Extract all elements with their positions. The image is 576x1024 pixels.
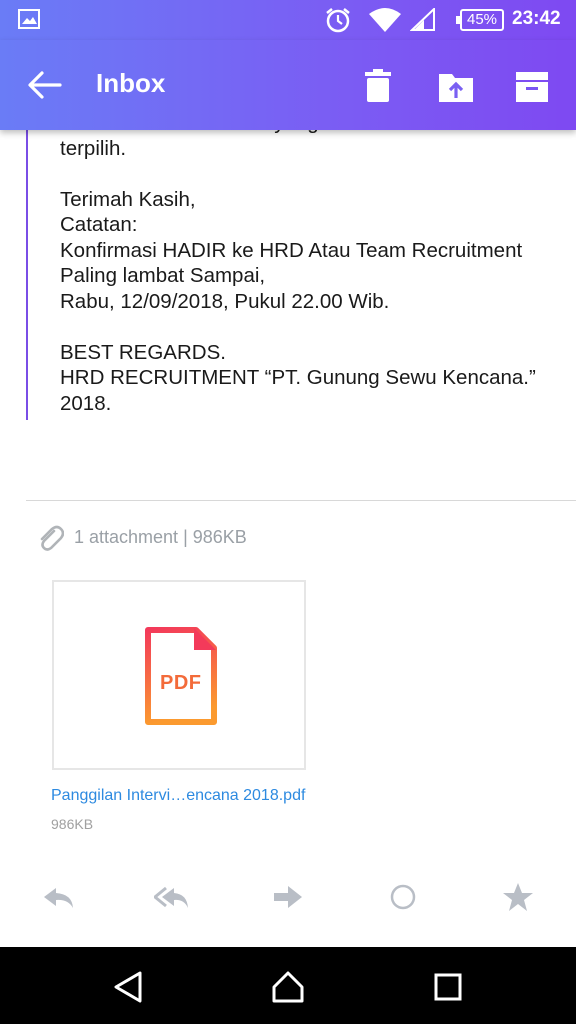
message-line: 2018. [60, 391, 112, 415]
status-bar: 45% 23:42 [0, 0, 576, 40]
message-line: Paling lambat Sampai, [60, 264, 266, 287]
nav-recent-apps-icon[interactable] [430, 969, 466, 1005]
mark-circle-icon[interactable] [388, 882, 422, 912]
forward-icon[interactable] [272, 882, 306, 912]
attachment-filename-link[interactable]: Panggilan Intervi…encana 2018.pdf [51, 787, 305, 805]
reply-icon[interactable] [42, 882, 76, 912]
image-notification-icon [18, 9, 40, 29]
attachment-card[interactable]: PDF [52, 580, 306, 770]
page-title: Inbox [96, 68, 166, 98]
app-bar: Inbox [0, 40, 576, 130]
system-nav-bar [0, 947, 576, 1024]
message-action-bar [0, 870, 576, 926]
message-body: kirim ke email kandidat yang terpilih. T… [26, 110, 576, 420]
nav-back-icon[interactable] [110, 969, 146, 1005]
pdf-label: PDF [160, 672, 202, 694]
back-arrow-icon[interactable] [26, 68, 62, 102]
signal-icon [410, 8, 435, 31]
attachments-summary: 1 attachment | 986KB [74, 527, 247, 547]
star-icon[interactable] [502, 882, 536, 912]
attachment-size: 986KB [51, 816, 94, 832]
paperclip-icon [40, 525, 64, 551]
clock: 23:42 [512, 8, 561, 29]
archive-icon[interactable] [512, 66, 552, 106]
message-line: HRD RECRUITMENT “PT. Gunung Sewu Kencana… [60, 366, 536, 389]
message-line: Terimah Kasih, [60, 187, 196, 211]
wifi-icon [369, 8, 401, 32]
battery-indicator: 45% [456, 9, 504, 31]
message-line [60, 161, 576, 187]
message-line: Catatan: [60, 213, 138, 236]
trash-icon[interactable] [358, 66, 398, 106]
message-line: BEST REGARDS. [60, 340, 226, 364]
message-line: Konfirmasi HADIR ke HRD Atau Team Recrui… [60, 238, 523, 262]
nav-home-icon[interactable] [270, 969, 306, 1005]
reply-all-icon[interactable] [154, 882, 188, 912]
message-line [60, 314, 576, 340]
move-to-folder-icon[interactable] [436, 66, 476, 106]
divider [26, 500, 576, 501]
message-line: Rabu, 12/09/2018, Pukul 22.00 Wib. [60, 289, 390, 313]
alarm-icon [326, 8, 350, 33]
message-line: terpilih. [60, 136, 127, 160]
